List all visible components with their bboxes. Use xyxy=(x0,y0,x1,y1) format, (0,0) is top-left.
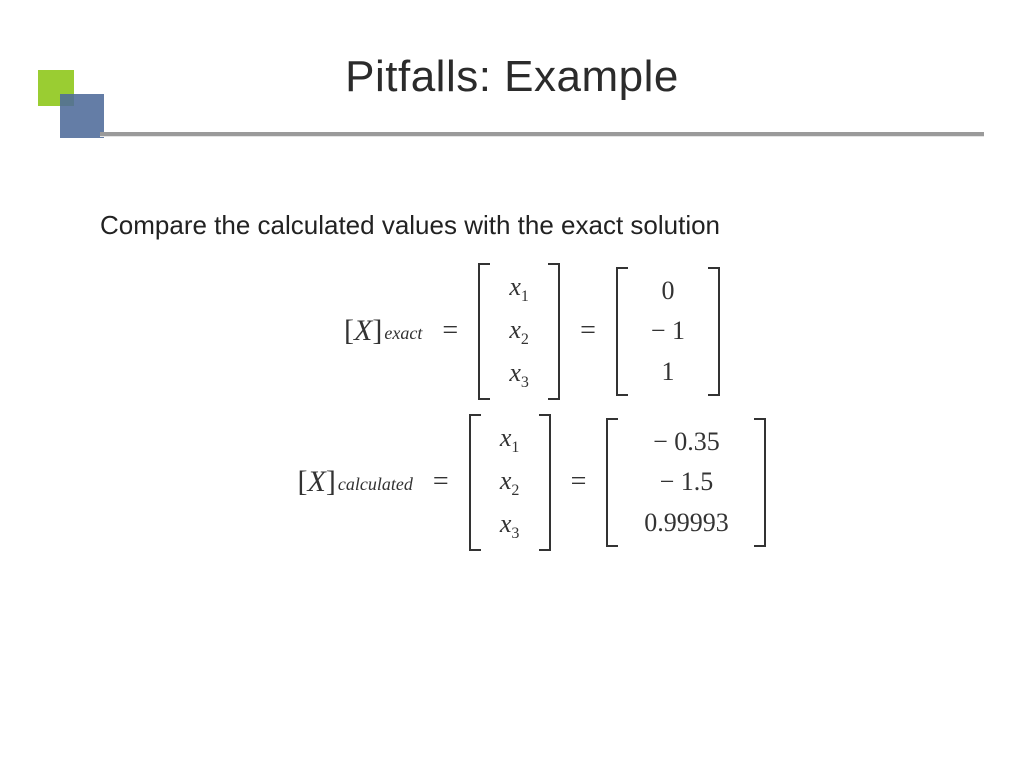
big-bracket-left xyxy=(616,267,628,396)
x2: x2 xyxy=(498,310,540,353)
exact-v1: 0 xyxy=(636,271,700,311)
equations: [ X ] exact = x1 x2 x3 = xyxy=(100,263,964,551)
slide-title: Pitfalls: Example xyxy=(0,52,1024,102)
lhs-calculated: [ X ] calculated xyxy=(298,465,413,499)
exact-col: 0 − 1 1 xyxy=(628,267,708,396)
calc-v1: − 0.35 xyxy=(626,422,746,462)
lead-text: Compare the calculated values with the e… xyxy=(100,210,964,241)
x3: x3 xyxy=(498,353,540,396)
big-bracket-right xyxy=(539,414,551,551)
matrix-symbol: X xyxy=(308,465,326,499)
bracket-right: ] xyxy=(326,465,336,499)
calc-col: − 0.35 − 1.5 0.99993 xyxy=(618,418,754,547)
equals-icon: = xyxy=(433,466,449,498)
x2: x2 xyxy=(489,461,531,504)
calc-v3: 0.99993 xyxy=(626,503,746,543)
equation-calculated: [ X ] calculated = x1 x2 x3 = xyxy=(100,414,964,551)
big-bracket-right xyxy=(548,263,560,400)
equals-icon: = xyxy=(580,315,596,347)
calc-v2: − 1.5 xyxy=(626,462,746,502)
big-bracket-left xyxy=(469,414,481,551)
big-bracket-left xyxy=(478,263,490,400)
matrix-symbol: X xyxy=(354,314,372,348)
exact-v3: 1 xyxy=(636,352,700,392)
equation-exact: [ X ] exact = x1 x2 x3 = xyxy=(100,263,964,400)
subscript-calculated: calculated xyxy=(338,474,413,495)
title-rule xyxy=(100,132,984,136)
bracket-right: ] xyxy=(372,314,382,348)
subscript-exact: exact xyxy=(384,323,422,344)
vector-x-col: x1 x2 x3 xyxy=(490,263,548,400)
vector-exact-values: 0 − 1 1 xyxy=(616,267,720,396)
x1: x1 xyxy=(498,267,540,310)
x3: x3 xyxy=(489,504,531,547)
x1: x1 xyxy=(489,418,531,461)
bracket-left: [ xyxy=(298,465,308,499)
vector-calculated-values: − 0.35 − 1.5 0.99993 xyxy=(606,418,766,547)
exact-v2: − 1 xyxy=(636,311,700,351)
slide-body: Compare the calculated values with the e… xyxy=(100,210,964,565)
big-bracket-right xyxy=(754,418,766,547)
slide: Pitfalls: Example Compare the calculated… xyxy=(0,0,1024,768)
vector-x-col: x1 x2 x3 xyxy=(481,414,539,551)
equals-icon: = xyxy=(442,315,458,347)
vector-x: x1 x2 x3 xyxy=(469,414,551,551)
lhs-exact: [ X ] exact xyxy=(344,314,422,348)
vector-x: x1 x2 x3 xyxy=(478,263,560,400)
equals-icon: = xyxy=(571,466,587,498)
big-bracket-left xyxy=(606,418,618,547)
big-bracket-right xyxy=(708,267,720,396)
bracket-left: [ xyxy=(344,314,354,348)
